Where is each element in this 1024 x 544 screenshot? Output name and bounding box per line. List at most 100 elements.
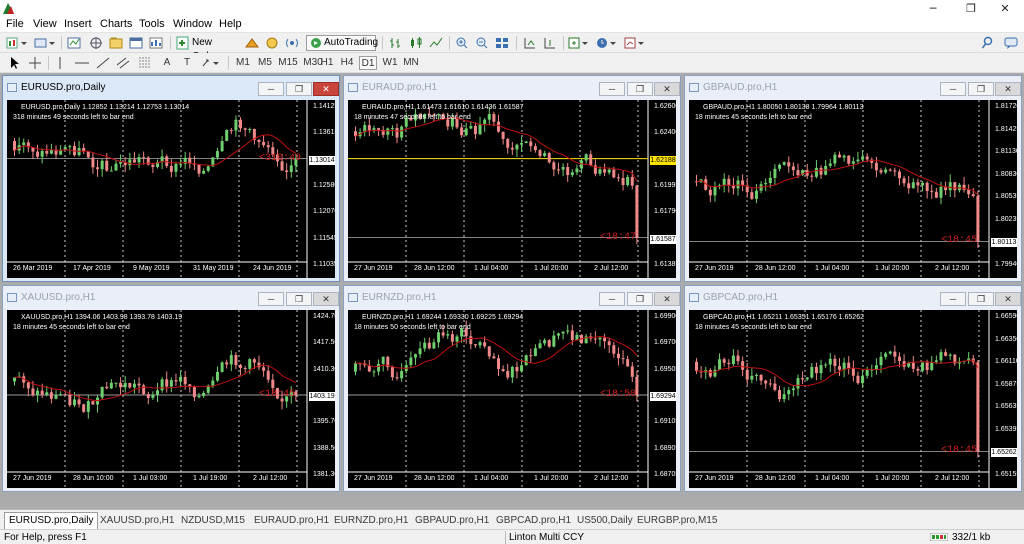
chart-maximize-button[interactable]: ❐ (968, 82, 994, 96)
trendline-icon[interactable] (96, 56, 110, 70)
tab-gbpaud-h1[interactable]: GBPAUD.pro,H1 (415, 513, 489, 529)
line-chart-icon[interactable] (428, 36, 444, 50)
menu-insert[interactable]: Insert (64, 18, 92, 30)
data-window-icon[interactable] (88, 36, 104, 50)
chart-window-gbpcad[interactable]: GBPCAD.pro,H1 ─ ❐ ✕ GBPCAD.pro,H1 1.65211 1.… (684, 285, 1022, 492)
chart-minimize-button[interactable]: ─ (258, 82, 284, 96)
restore-button[interactable]: ❐ (956, 0, 986, 17)
tab-xauusd-h1[interactable]: XAUUSD.pro,H1 (100, 513, 174, 529)
candle-body (229, 130, 233, 132)
timeframe-mn[interactable]: MN (401, 56, 421, 70)
strategy-tester-icon[interactable] (148, 36, 164, 50)
timeframe-d1[interactable]: D1 (359, 56, 377, 70)
chart-plot-area[interactable]: EURUSD.pro,Daily 1.12852 1.13214 1.12753… (7, 100, 335, 278)
candle-body (123, 382, 127, 388)
tab-euraud-h1[interactable]: EURAUD.pro,H1 (254, 513, 329, 529)
chart-plot-area[interactable]: EURNZD.pro,H1 1.69244 1.69330 1.69225 1.… (348, 310, 676, 488)
horizontal-line-icon[interactable] (74, 56, 90, 70)
timeframe-m1[interactable]: M1 (234, 56, 252, 70)
timeframe-m5[interactable]: M5 (256, 56, 274, 70)
menu-view[interactable]: View (33, 18, 57, 30)
status-help-text: For Help, press F1 (4, 532, 87, 543)
tab-eurgbp-m15[interactable]: EURGBP.pro,M15 (637, 513, 717, 529)
chart-close-button[interactable]: ✕ (995, 82, 1021, 96)
chart-plot-area[interactable]: GBPAUD.pro,H1 1.80050 1.80138 1.79964 1.… (689, 100, 1017, 278)
text-label-icon[interactable]: T (180, 56, 194, 70)
market-watch-icon[interactable] (66, 36, 82, 50)
tab-eurusd-daily[interactable]: EURUSD.pro,Daily (4, 512, 99, 530)
autotrading-button[interactable]: AutoTrading (306, 35, 378, 51)
chat-icon[interactable] (1004, 36, 1018, 50)
new-order-button[interactable]: New Order (176, 36, 238, 62)
menu-window[interactable]: Window (173, 18, 212, 30)
tab-nzdusd-m15[interactable]: NZDUSD,M15 (181, 513, 245, 529)
menu-tools[interactable]: Tools (139, 18, 165, 30)
candle-body (764, 380, 768, 384)
chart-minimize-button[interactable]: ─ (940, 292, 966, 306)
candlestick-chart-icon[interactable] (408, 36, 424, 50)
navigator-icon[interactable] (108, 36, 124, 50)
search-icon[interactable] (980, 36, 994, 50)
candle-body (395, 127, 399, 138)
options-icon[interactable] (264, 36, 280, 50)
candle-body (483, 342, 487, 347)
menu-help[interactable]: Help (219, 18, 242, 30)
vertical-line-icon[interactable] (54, 56, 66, 70)
tile-windows-icon[interactable] (494, 36, 510, 50)
timeframe-w1[interactable]: W1 (381, 56, 399, 70)
chart-close-button[interactable]: ✕ (654, 292, 680, 306)
chart-maximize-button[interactable]: ❐ (627, 82, 653, 96)
tab-eurnzd-h1[interactable]: EURNZD.pro,H1 (334, 513, 408, 529)
zoom-out-icon[interactable] (474, 36, 490, 50)
chart-minimize-button[interactable]: ─ (940, 82, 966, 96)
chart-window-xauusd[interactable]: XAUUSD.pro,H1 ─ ❐ ✕ XAUUSD.pro,H1 1394.06 14… (2, 285, 340, 492)
chart-maximize-button[interactable]: ❐ (627, 292, 653, 306)
indicators-icon[interactable] (568, 36, 590, 50)
profiles-icon[interactable] (34, 36, 56, 50)
chart-close-button[interactable]: ✕ (654, 82, 680, 96)
minimize-button[interactable]: ─ (918, 0, 948, 17)
signals-icon[interactable] (284, 36, 300, 50)
cursor-icon[interactable] (8, 56, 20, 70)
arrows-icon[interactable] (200, 56, 222, 70)
close-button[interactable]: ✕ (990, 0, 1020, 17)
terminal-icon[interactable] (128, 36, 144, 50)
chart-plot-area[interactable]: GBPCAD.pro,H1 1.65211 1.65351 1.65176 1.… (689, 310, 1017, 488)
chart-close-button[interactable]: ✕ (313, 292, 339, 306)
periodicity-icon[interactable] (596, 36, 618, 50)
metaeditor-icon[interactable] (244, 36, 260, 50)
chart-maximize-button[interactable]: ❐ (968, 292, 994, 306)
auto-scroll-icon[interactable] (522, 36, 538, 50)
tab-gbpcad-h1[interactable]: GBPCAD.pro,H1 (496, 513, 571, 529)
timeframe-h4[interactable]: H4 (338, 56, 356, 70)
title-bar: ─ ❐ ✕ (0, 0, 1024, 17)
new-chart-icon[interactable] (6, 36, 28, 50)
chart-plot-area[interactable]: XAUUSD.pro,H1 1394.06 1403.98 1393.78 14… (7, 310, 335, 488)
crosshair-icon[interactable] (28, 56, 42, 70)
timeframe-h1[interactable]: H1 (318, 56, 336, 70)
equidistant-channel-icon[interactable] (116, 56, 130, 70)
tab-us500-daily[interactable]: US500,Daily (577, 513, 633, 529)
chart-maximize-button[interactable]: ❐ (286, 292, 312, 306)
chart-minimize-button[interactable]: ─ (599, 82, 625, 96)
chart-window-eurusd[interactable]: EURUSD.pro,Daily ─ ❐ ✕ EURUSD.pro,Daily 1.12… (2, 75, 340, 282)
x-axis-label: 1 Jul 20:00 (875, 475, 910, 482)
zoom-in-icon[interactable] (454, 36, 470, 50)
chart-window-euraud[interactable]: EURAUD.pro,H1 ─ ❐ ✕ EURAUD.pro,H1 1.61473 1.… (343, 75, 681, 282)
chart-minimize-button[interactable]: ─ (258, 292, 284, 306)
chart-maximize-button[interactable]: ❐ (286, 82, 312, 96)
menu-charts[interactable]: Charts (100, 18, 132, 30)
chart-window-gbpaud[interactable]: GBPAUD.pro,H1 ─ ❐ ✕ GBPAUD.pro,H1 1.80050 1.… (684, 75, 1022, 282)
menu-file[interactable]: File (6, 18, 24, 30)
chart-shift-icon[interactable] (542, 36, 558, 50)
timeframe-m15[interactable]: M15 (277, 56, 299, 70)
chart-close-button[interactable]: ✕ (995, 292, 1021, 306)
text-tool-icon[interactable]: A (160, 56, 174, 70)
chart-minimize-button[interactable]: ─ (599, 292, 625, 306)
chart-close-button[interactable]: ✕ (313, 82, 339, 96)
fibonacci-icon[interactable] (138, 56, 152, 70)
chart-window-eurnzd[interactable]: EURNZD.pro,H1 ─ ❐ ✕ EURNZD.pro,H1 1.69244 1.… (343, 285, 681, 492)
chart-plot-area[interactable]: EURAUD.pro,H1 1.61473 1.61610 1.61436 1.… (348, 100, 676, 278)
bar-chart-icon[interactable] (388, 36, 404, 50)
templates-icon[interactable] (624, 36, 646, 50)
